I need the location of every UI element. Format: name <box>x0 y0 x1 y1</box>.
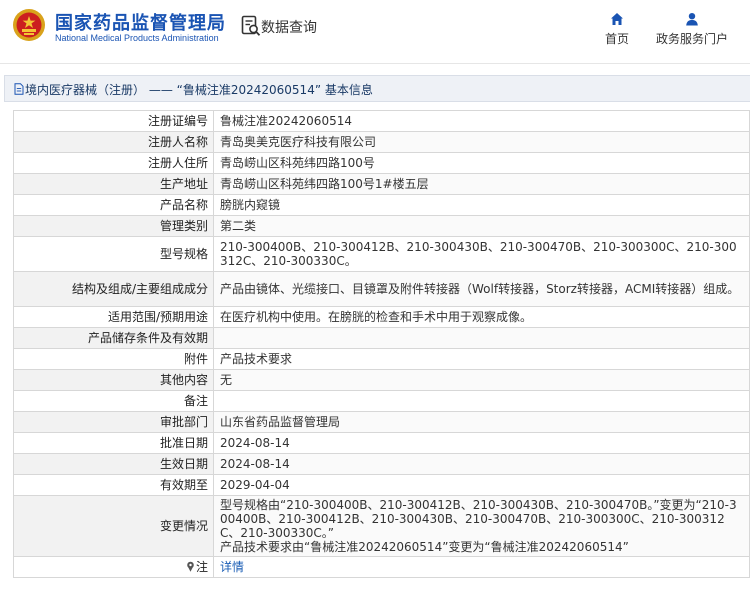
table-row: 审批部门 山东省药品监督管理局 <box>13 411 750 433</box>
field-value <box>213 390 750 412</box>
table-row: 注册人名称 青岛奥美克医疗科技有限公司 <box>13 131 750 153</box>
field-value: 2024-08-14 <box>213 453 750 475</box>
field-label: 注册人住所 <box>13 152 214 174</box>
field-value: 青岛崂山区科苑纬四路100号 <box>213 152 750 174</box>
nav-home[interactable]: 首页 <box>602 12 632 47</box>
change-history-line: 型号规格由“210-300400B、210-300412B、210-300430… <box>220 498 737 540</box>
field-label: 批准日期 <box>13 432 214 454</box>
field-label: 产品名称 <box>13 194 214 216</box>
table-row: 注册人住所 青岛崂山区科苑纬四路100号 <box>13 152 750 174</box>
table-row: 注 详情 <box>13 556 750 578</box>
field-label: 附件 <box>13 348 214 370</box>
national-emblem-logo <box>13 9 45 41</box>
table-row: 产品名称 膀胱内窥镜 <box>13 194 750 216</box>
table-row: 注册证编号 鲁械注准20242060514 <box>13 110 750 132</box>
field-label: 管理类别 <box>13 215 214 237</box>
table-row: 备注 <box>13 390 750 412</box>
field-value: 青岛奥美克医疗科技有限公司 <box>213 131 750 153</box>
field-value: 产品技术要求 <box>213 348 750 370</box>
nav-gov-service-label: 政务服务门户 <box>655 32 728 46</box>
field-label: 有效期至 <box>13 474 214 496</box>
table-row: 生产地址 青岛崂山区科苑纬四路100号1#楼五层 <box>13 173 750 195</box>
field-label: 注 <box>195 560 208 574</box>
home-icon <box>611 13 623 25</box>
registration-detail-table: 注册证编号 鲁械注准20242060514 注册人名称 青岛奥美克医疗科技有限公… <box>13 110 750 578</box>
field-label: 产品储存条件及有效期 <box>13 327 214 349</box>
field-value: 无 <box>213 369 750 391</box>
change-history-line: 产品技术要求由“鲁械注准20242060514”变更为“鲁械注准20242060… <box>220 540 629 554</box>
org-name-en: National Medical Products Administration <box>55 33 219 43</box>
note-label-cell: 注 <box>13 556 214 578</box>
org-name-cn: 国家药品监督管理局 <box>55 13 226 34</box>
field-label: 型号规格 <box>13 236 214 272</box>
field-value: 2029-04-04 <box>213 474 750 496</box>
field-value: 膀胱内窥镜 <box>213 194 750 216</box>
site-header: 国家药品监督管理局 National Medical Products Admi… <box>0 0 750 64</box>
record-title-bar: 境内医疗器械（注册） —— “鲁械注准20242060514” 基本信息 <box>4 75 750 102</box>
table-row: 附件 产品技术要求 <box>13 348 750 370</box>
table-row: 管理类别 第二类 <box>13 215 750 237</box>
field-label: 结构及组成/主要组成成分 <box>13 271 214 307</box>
nav-gov-service[interactable]: 政务服务门户 <box>652 12 732 47</box>
field-value: 青岛崂山区科苑纬四路100号1#楼五层 <box>213 173 750 195</box>
field-value: 在医疗机构中使用。在膀胱的检查和手术中用于观察成像。 <box>213 306 750 328</box>
table-row: 结构及组成/主要组成成分 产品由镜体、光缆接口、目镜罩及附件转接器（Wolf转接… <box>13 271 750 307</box>
field-value: 鲁械注准20242060514 <box>213 110 750 132</box>
field-value <box>213 327 750 349</box>
data-query-icon <box>241 15 261 36</box>
table-row: 产品储存条件及有效期 <box>13 327 750 349</box>
field-label: 审批部门 <box>13 411 214 433</box>
field-value: 山东省药品监督管理局 <box>213 411 750 433</box>
nav-home-label: 首页 <box>604 32 629 46</box>
table-row: 型号规格 210-300400B、210-300412B、210-300430B… <box>13 236 750 272</box>
field-label: 变更情况 <box>13 495 214 557</box>
document-icon <box>14 83 24 95</box>
field-label: 其他内容 <box>13 369 214 391</box>
field-label: 注册证编号 <box>13 110 214 132</box>
data-query-label[interactable]: 数据查询 <box>261 17 317 37</box>
details-link[interactable]: 详情 <box>220 560 244 574</box>
table-row: 批准日期 2024-08-14 <box>13 432 750 454</box>
field-label: 适用范围/预期用途 <box>13 306 214 328</box>
field-value: 详情 <box>213 556 750 578</box>
field-value: 210-300400B、210-300412B、210-300430B、210-… <box>213 236 750 272</box>
pin-icon <box>187 561 194 572</box>
field-value: 2024-08-14 <box>213 432 750 454</box>
table-row: 生效日期 2024-08-14 <box>13 453 750 475</box>
field-label: 生效日期 <box>13 453 214 475</box>
field-label: 注册人名称 <box>13 131 214 153</box>
table-row: 有效期至 2029-04-04 <box>13 474 750 496</box>
change-history-value: 型号规格由“210-300400B、210-300412B、210-300430… <box>213 495 750 557</box>
record-title: 境内医疗器械（注册） —— “鲁械注准20242060514” 基本信息 <box>25 83 373 97</box>
table-row: 适用范围/预期用途 在医疗机构中使用。在膀胱的检查和手术中用于观察成像。 <box>13 306 750 328</box>
table-row: 其他内容 无 <box>13 369 750 391</box>
field-value: 产品由镜体、光缆接口、目镜罩及附件转接器（Wolf转接器，Storz转接器，AC… <box>213 271 750 307</box>
user-icon <box>686 13 698 26</box>
table-row: 变更情况 型号规格由“210-300400B、210-300412B、210-3… <box>13 495 750 557</box>
field-label: 生产地址 <box>13 173 214 195</box>
field-label: 备注 <box>13 390 214 412</box>
field-value: 第二类 <box>213 215 750 237</box>
